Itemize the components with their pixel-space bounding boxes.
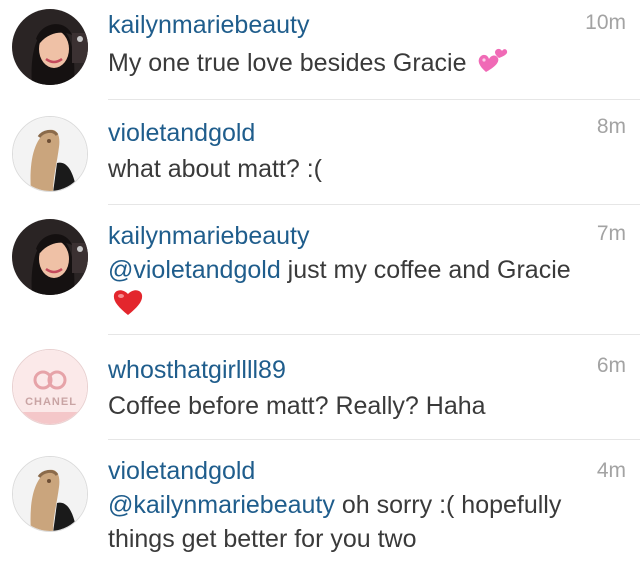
comment-list: kailynmariebeauty 10m My one true love b… (0, 0, 640, 564)
comment-timestamp: 6m (596, 354, 626, 377)
avatar[interactable] (12, 219, 88, 295)
avatar[interactable] (12, 349, 88, 425)
comment-username[interactable]: violetandgold (108, 456, 255, 486)
comment-item: violetandgold 4m @kailynmariebeauty oh s… (0, 440, 640, 564)
comment-item: kailynmariebeauty 7m @violetandgold just… (0, 205, 640, 335)
comment-mention[interactable]: @kailynmariebeauty (108, 491, 335, 519)
comment-text-body: just my coffee and Gracie (280, 256, 571, 284)
comment-username[interactable]: kailynmariebeauty (108, 10, 310, 40)
comment-text-body: My one true love besides Gracie (108, 49, 467, 78)
avatar[interactable] (12, 116, 88, 192)
comment-timestamp: 7m (596, 222, 626, 245)
comment-username[interactable]: whosthatgirllll89 (108, 355, 286, 385)
comment-text: Coffee before matt? Really? Haha (108, 392, 486, 420)
comment-mention[interactable]: @violetandgold (108, 256, 281, 284)
comment-username[interactable]: violetandgold (108, 118, 255, 148)
avatar[interactable] (12, 456, 88, 532)
comment-text: @kailynmariebeauty oh sorry :( hopefully… (108, 488, 628, 556)
comment-item: violetandgold 8m what about matt? :( (0, 100, 640, 205)
red-heart-icon (112, 287, 144, 326)
comment-timestamp: 10m (585, 11, 626, 34)
two-hearts-icon (477, 46, 509, 83)
chanel-logo-label: CHANEL (25, 396, 77, 408)
comment-timestamp: 8m (596, 115, 626, 138)
comment-item: kailynmariebeauty 10m My one true love b… (0, 0, 640, 100)
comment-username[interactable]: kailynmariebeauty (108, 221, 310, 251)
comment-text: My one true love besides Gracie (108, 46, 628, 83)
comment-timestamp: 4m (596, 459, 626, 482)
avatar[interactable] (12, 9, 88, 85)
comment-item: whosthatgirllll89 6m Coffee before matt?… (0, 335, 640, 440)
comment-text: @violetandgold just my coffee and Gracie (108, 253, 578, 326)
comment-text: what about matt? :( (108, 155, 323, 183)
